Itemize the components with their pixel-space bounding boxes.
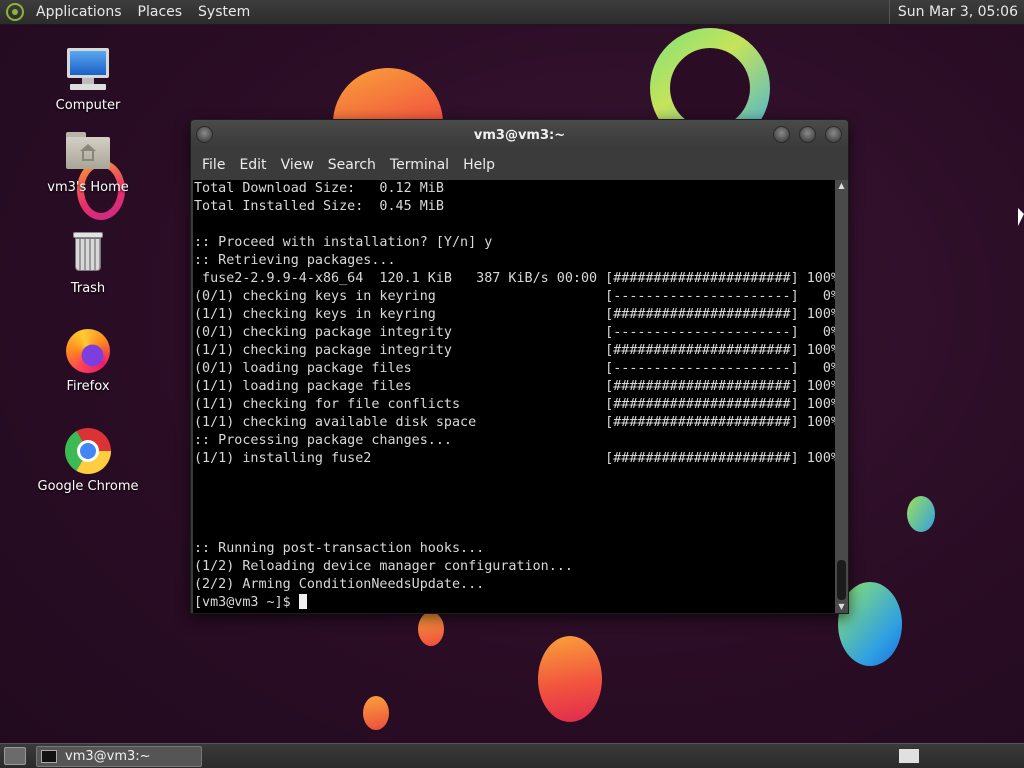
terminal-line: fuse2-2.9.9-4-x86_64 120.1 KiB 387 KiB/s… <box>194 271 835 286</box>
window-title: vm3@vm3:~ <box>473 127 566 143</box>
desktop-icon-trash[interactable]: Trash <box>33 229 143 296</box>
terminal-line: (1/1) checking package integrity [######… <box>194 343 835 358</box>
terminal-line: (1/1) checking available disk space [###… <box>194 415 835 430</box>
window-titlebar[interactable]: vm3@vm3:~ <box>191 120 848 150</box>
chrome-icon <box>64 427 112 475</box>
bottom-panel: vm3@vm3:~ <box>0 743 1024 768</box>
terminal-output[interactable]: Total Download Size: 0.12 MiB Total Insta… <box>193 180 835 613</box>
show-desktop-icon[interactable] <box>4 747 26 765</box>
terminal-window[interactable]: vm3@vm3:~ File Edit View Search Terminal… <box>190 119 849 614</box>
terminal-line: (2/2) Arming ConditionNeedsUpdate... <box>194 577 485 592</box>
terminal-lines: Total Download Size: 0.12 MiB Total Insta… <box>193 180 835 594</box>
desktop-icon-computer[interactable]: Computer <box>33 46 143 113</box>
desktop-icon-label: Google Chrome <box>37 479 139 494</box>
terminal-line: :: Proceed with installation? [Y/n] y <box>194 235 493 250</box>
menu-applications[interactable]: Applications <box>28 4 130 20</box>
distro-logo-icon[interactable] <box>6 3 24 21</box>
terminal-line: (0/1) checking keys in keyring [--------… <box>194 289 835 304</box>
terminal-line: (1/2) Reloading device manager configura… <box>194 559 573 574</box>
terminal-line: (1/1) checking keys in keyring [########… <box>194 307 835 322</box>
terminal-prompt: [vm3@vm3 ~]$ <box>194 595 299 610</box>
computer-icon <box>64 46 112 94</box>
scroll-down-icon[interactable]: ▼ <box>835 601 848 613</box>
terminal-line: (0/1) checking package integrity [------… <box>194 325 835 340</box>
mouse-pointer-icon <box>1018 208 1024 226</box>
desktop-icon-firefox[interactable]: Firefox <box>33 327 143 394</box>
close-button[interactable] <box>825 126 842 143</box>
terminal-icon <box>41 749 57 763</box>
desktop-icon-chrome[interactable]: Google Chrome <box>33 427 143 494</box>
text-cursor <box>298 594 307 609</box>
menu-file[interactable]: File <box>195 157 232 173</box>
menu-system[interactable]: System <box>190 4 258 20</box>
scroll-up-icon[interactable]: ▲ <box>835 180 848 192</box>
top-panel: Applications Places System Sun Mar 3, 05… <box>0 0 1024 25</box>
terminal-line: (1/1) checking for file conflicts [#####… <box>194 397 835 412</box>
terminal-line: (0/1) loading package files [-----------… <box>194 361 835 376</box>
wallpaper-shape <box>538 636 602 722</box>
wallpaper-shape <box>363 696 389 730</box>
terminal-line: :: Running post-transaction hooks... <box>194 541 485 556</box>
maximize-button[interactable] <box>799 126 816 143</box>
desktop-icon-label: Computer <box>55 98 121 113</box>
terminal-line: Total Download Size: 0.12 MiB <box>194 181 444 196</box>
taskbar-item-terminal[interactable]: vm3@vm3:~ <box>36 745 202 767</box>
terminal-line: :: Processing package changes... <box>194 433 452 448</box>
panel-clock[interactable]: Sun Mar 3, 05:06 <box>888 0 1024 24</box>
desktop-icon-label: Firefox <box>66 379 110 394</box>
terminal-menubar: File Edit View Search Terminal Help <box>191 150 848 180</box>
desktop-icon-label: vm3's Home <box>47 180 129 195</box>
scrollbar-thumb[interactable] <box>837 560 846 600</box>
wallpaper-shape <box>907 496 935 532</box>
desktop-icon-home[interactable]: vm3's Home <box>33 128 143 195</box>
terminal-line: (1/1) installing fuse2 [################… <box>194 451 835 466</box>
window-menu-button[interactable] <box>196 126 213 143</box>
terminal-line: :: Retrieving packages... <box>194 253 396 268</box>
minimize-button[interactable] <box>773 126 790 143</box>
terminal-line: (1/1) loading package files [###########… <box>194 379 835 394</box>
menu-help[interactable]: Help <box>456 157 502 173</box>
menu-places[interactable]: Places <box>130 4 191 20</box>
terminal-line: Total Installed Size: 0.45 MiB <box>194 199 444 214</box>
desktop-icon-label: Trash <box>70 281 106 296</box>
trash-icon <box>64 229 112 277</box>
home-folder-icon <box>64 128 112 176</box>
firefox-icon <box>64 327 112 375</box>
wallpaper-shape <box>418 612 444 646</box>
menu-terminal[interactable]: Terminal <box>383 157 456 173</box>
terminal-scrollbar[interactable]: ▲ ▼ <box>835 180 848 613</box>
workspace-switcher[interactable] <box>898 748 920 764</box>
taskbar-item-label: vm3@vm3:~ <box>65 748 151 764</box>
terminal-prompt-line[interactable]: [vm3@vm3 ~]$ <box>193 594 835 612</box>
menu-search[interactable]: Search <box>321 157 383 173</box>
menu-view[interactable]: View <box>274 157 321 173</box>
menu-edit[interactable]: Edit <box>232 157 273 173</box>
